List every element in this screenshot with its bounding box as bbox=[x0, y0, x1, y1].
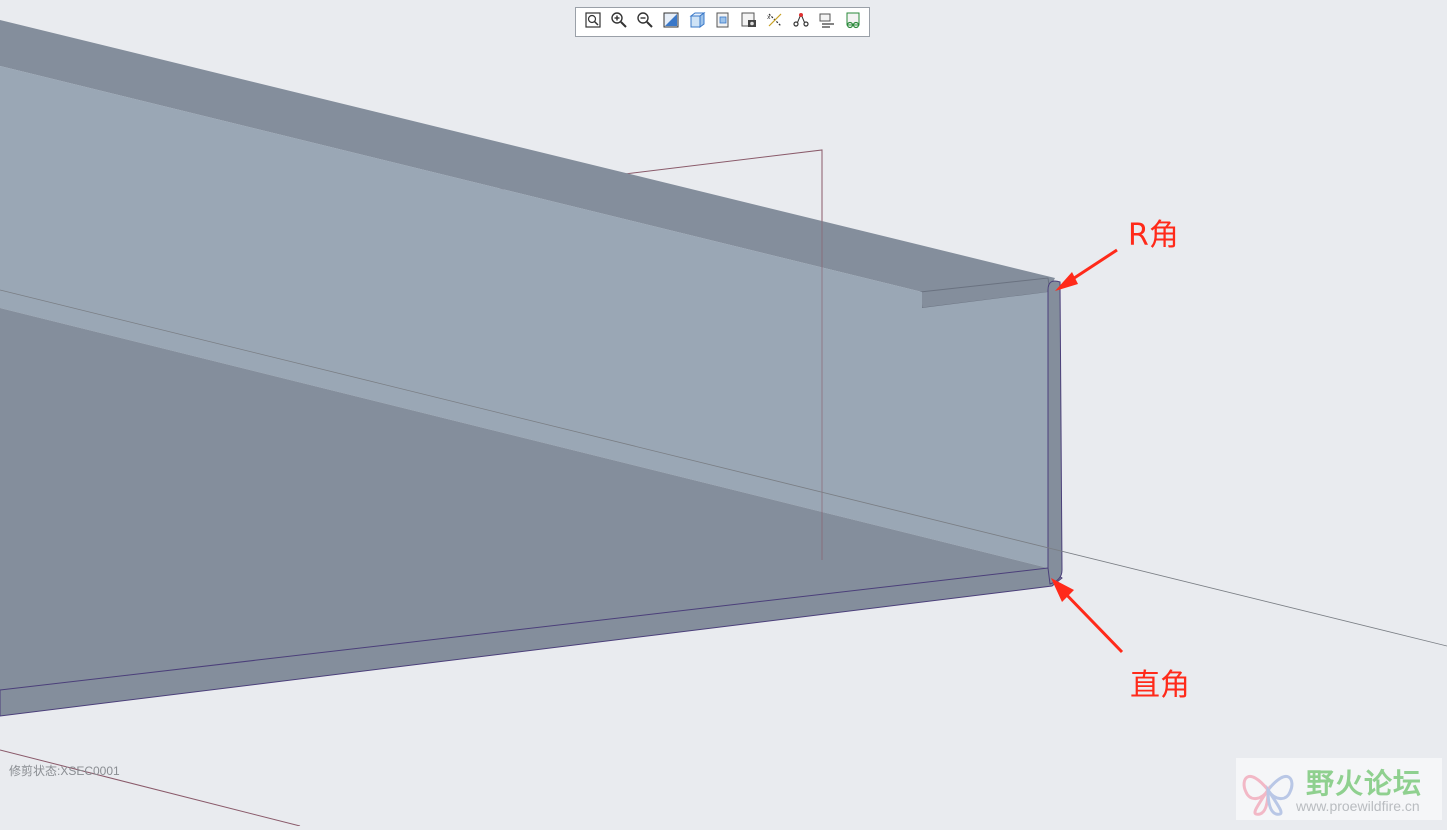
annotation-display-icon bbox=[792, 11, 810, 33]
watermark: 野火论坛 www.proewildfire.cn bbox=[1236, 758, 1442, 820]
view-manager-button[interactable] bbox=[738, 11, 760, 33]
annotation-display-button[interactable] bbox=[790, 11, 812, 33]
zoom-out-icon bbox=[636, 11, 654, 33]
model-viewport[interactable] bbox=[0, 0, 1447, 827]
model-canvas[interactable] bbox=[0, 0, 1447, 827]
watermark-title: 野火论坛 bbox=[1306, 767, 1423, 800]
web-thickness bbox=[1047, 280, 1063, 585]
watermark-url: www.proewildfire.cn bbox=[1296, 798, 1420, 814]
repaint-icon bbox=[662, 11, 680, 33]
saved-orientations-icon bbox=[714, 11, 732, 33]
display-style-button[interactable] bbox=[686, 11, 708, 33]
r-corner-label: R角 bbox=[1128, 218, 1179, 253]
display-style-icon bbox=[688, 11, 706, 33]
butterfly-logo-icon bbox=[1242, 775, 1294, 816]
section-display-icon bbox=[818, 11, 836, 33]
right-angle-label: 直角 bbox=[1130, 668, 1190, 703]
repaint-button[interactable] bbox=[660, 11, 682, 33]
datum-display-button[interactable]: x bbox=[764, 11, 786, 33]
right-angle-arrow-line bbox=[1058, 586, 1124, 654]
section-display-button[interactable] bbox=[816, 11, 838, 33]
section-status-text: 修剪状态:XSEC0001 bbox=[9, 764, 120, 778]
spin-center-button[interactable] bbox=[842, 11, 864, 33]
view-toolbar: x bbox=[575, 7, 870, 37]
zoom-in-button[interactable] bbox=[608, 11, 630, 33]
zoom-in-icon bbox=[610, 11, 628, 33]
saved-orientations-button[interactable] bbox=[712, 11, 734, 33]
zoom-out-button[interactable] bbox=[634, 11, 656, 33]
datum-display-icon: x bbox=[766, 11, 784, 33]
view-manager-icon bbox=[740, 11, 758, 33]
svg-text:x: x bbox=[767, 14, 771, 21]
refit-icon bbox=[584, 11, 602, 33]
refit-button[interactable] bbox=[582, 11, 604, 33]
spin-center-icon bbox=[844, 11, 862, 33]
